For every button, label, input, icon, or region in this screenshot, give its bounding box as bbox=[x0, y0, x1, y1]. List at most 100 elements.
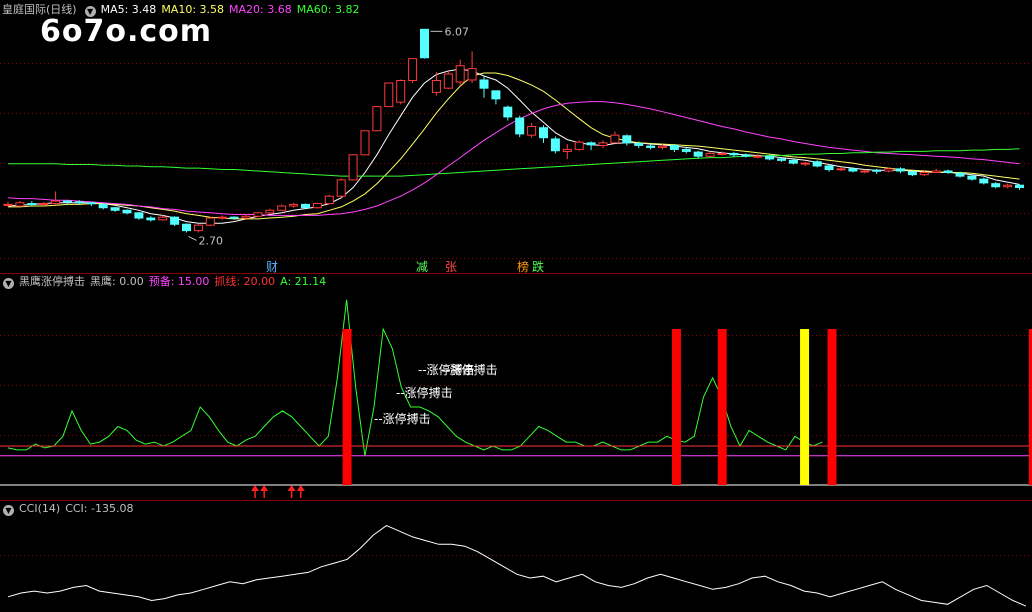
candle-body bbox=[634, 142, 644, 146]
cci-line bbox=[7, 525, 1027, 607]
arrow-up-icon bbox=[260, 485, 269, 491]
candle-body bbox=[943, 170, 953, 173]
candle-body bbox=[836, 168, 846, 171]
chart-canvas[interactable]: 6.072.70--涨停搏击--涨停搏击--涨停搏击--涨停搏击 bbox=[0, 0, 1032, 612]
candle-body bbox=[693, 151, 703, 157]
candle-body bbox=[74, 201, 84, 204]
candle-body bbox=[396, 79, 406, 103]
candle-body bbox=[86, 202, 96, 205]
candle-body bbox=[170, 216, 180, 225]
candle-body bbox=[205, 217, 215, 226]
candle-body bbox=[753, 155, 763, 158]
signal-bar bbox=[800, 329, 810, 485]
signal-bar bbox=[671, 329, 681, 485]
signal-bar bbox=[717, 329, 727, 485]
candle-body bbox=[765, 155, 775, 160]
candle-body bbox=[63, 200, 72, 203]
candle-body bbox=[455, 65, 465, 83]
candle-body bbox=[1003, 184, 1013, 188]
candle-body bbox=[991, 183, 1001, 188]
candle-body bbox=[443, 73, 453, 89]
candle-body bbox=[824, 165, 834, 171]
candle-body bbox=[1015, 184, 1024, 189]
candle-body bbox=[312, 203, 322, 209]
candle-body bbox=[408, 58, 418, 81]
candle-body bbox=[193, 224, 203, 232]
high-price-label: 6.07 bbox=[445, 25, 470, 38]
arrow-up-icon bbox=[251, 485, 260, 491]
candle-body bbox=[574, 141, 584, 150]
candle-body bbox=[610, 134, 620, 144]
signal-text-label: --涨停搏击 bbox=[396, 385, 453, 400]
candle-body bbox=[324, 195, 334, 205]
candle-body bbox=[51, 200, 61, 205]
candle-body bbox=[241, 215, 251, 219]
low-price-label: 2.70 bbox=[199, 234, 224, 247]
arrow-up-icon bbox=[287, 485, 296, 491]
candle-body bbox=[550, 138, 560, 152]
candle-body bbox=[800, 162, 810, 165]
candle-body bbox=[681, 148, 691, 152]
candle-body bbox=[122, 209, 132, 214]
candle-body bbox=[907, 171, 917, 176]
candle-body bbox=[812, 161, 822, 167]
candle-body bbox=[955, 172, 965, 177]
candle-body bbox=[301, 203, 310, 209]
candle-body bbox=[265, 209, 275, 214]
candle-body bbox=[729, 152, 739, 156]
candle-body bbox=[491, 90, 501, 100]
ma-line-ma20 bbox=[7, 101, 1020, 216]
low-leader bbox=[188, 236, 197, 241]
candle-body bbox=[27, 203, 37, 206]
candle-body bbox=[705, 152, 715, 157]
candle-body bbox=[98, 203, 108, 209]
candle-body bbox=[515, 117, 525, 135]
signal-bar bbox=[342, 329, 352, 485]
candle-body bbox=[669, 144, 679, 150]
candle-body bbox=[3, 203, 13, 206]
candle-body bbox=[110, 207, 120, 211]
signal-bar bbox=[827, 329, 837, 485]
candle-body bbox=[777, 158, 786, 161]
candle-body bbox=[479, 79, 489, 89]
candle-body bbox=[872, 169, 882, 172]
candle-body bbox=[277, 205, 287, 211]
candle-body bbox=[253, 212, 263, 217]
candle-body bbox=[848, 168, 858, 172]
candle-body bbox=[979, 178, 989, 184]
signal-text-label: --涨停搏击 bbox=[441, 362, 498, 377]
candle-body bbox=[622, 135, 632, 144]
candle-body bbox=[896, 168, 905, 172]
candle-body bbox=[39, 203, 49, 206]
candle-body bbox=[384, 82, 394, 108]
candle-body bbox=[503, 106, 513, 118]
candle-body bbox=[884, 168, 894, 172]
candle-body bbox=[598, 142, 608, 146]
candle-body bbox=[527, 125, 537, 136]
candle-body bbox=[562, 148, 572, 152]
candle-body bbox=[539, 127, 548, 139]
candle-body bbox=[586, 142, 596, 146]
candle-body bbox=[931, 170, 941, 173]
ma-line-ma10 bbox=[8, 72, 1020, 220]
candle-body bbox=[717, 152, 727, 155]
candle-body bbox=[658, 145, 667, 148]
candle-body bbox=[860, 170, 870, 173]
candle-body bbox=[336, 179, 346, 197]
candle-body bbox=[229, 216, 239, 219]
candle-body bbox=[15, 202, 25, 207]
candle-body bbox=[646, 145, 656, 148]
candle-body bbox=[348, 154, 358, 181]
ma-line-ma5 bbox=[7, 68, 1020, 224]
candle-body bbox=[217, 216, 227, 219]
candle-body bbox=[431, 79, 441, 93]
indicator-a-line bbox=[7, 299, 823, 456]
candle-body bbox=[360, 130, 370, 156]
candle-body bbox=[182, 223, 191, 232]
candle-body bbox=[467, 68, 477, 81]
candle-body bbox=[741, 154, 751, 157]
candle-body bbox=[158, 216, 168, 221]
candle-body bbox=[146, 217, 156, 221]
candle-body bbox=[372, 106, 382, 132]
candle-body bbox=[967, 175, 977, 180]
